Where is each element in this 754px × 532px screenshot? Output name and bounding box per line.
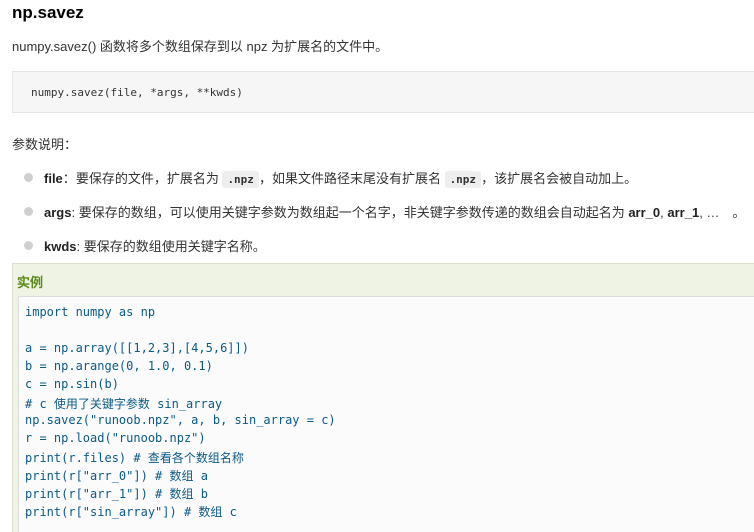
code-line: import numpy as np (25, 305, 156, 319)
inline-code: .npz (444, 171, 482, 188)
intro-text: numpy.savez() 函数将多个数组保存到以 npz 为扩展名的文件中。 (12, 39, 389, 54)
code-line: c = np.sin(b) (25, 377, 119, 391)
bullet-icon (24, 173, 33, 182)
param-desc: 要保存的数组，可以使用关键字参数为数组起一个名字，非关键字参数传递的数组会自动起… (78, 205, 629, 220)
code-line: print(r["arr_0"]) # 数组 a (25, 469, 208, 483)
code-line: np.savez("runoob.npz", a, b, sin_array =… (25, 413, 336, 427)
params-label: 参数说明： (12, 137, 78, 152)
param-item-file: file：要保存的文件，扩展名为 .npz ，如果文件路径末尾没有扩展名 .npz… (24, 168, 754, 202)
code-line: r = np.load("runoob.npz") (25, 431, 206, 445)
signature-code: numpy.savez(file, *args, **kwds) (31, 86, 243, 99)
code-line: print(r.files) # 查看各个数组名称 (25, 451, 244, 465)
bullet-icon (24, 241, 33, 250)
param-item-args: args: 要保存的数组，可以使用关键字参数为数组起一个名字，非关键字参数传递的… (24, 202, 754, 236)
example-title: 实例 (17, 275, 44, 290)
page-title: np.savez (12, 3, 84, 22)
example-panel: 实例 import numpy as np a = np.array([[1,2… (12, 263, 754, 532)
code-line: print(r["arr_1"]) # 数组 b (25, 487, 208, 501)
param-desc: 要保存的数组使用关键字名称。 (83, 239, 266, 254)
param-name: kwds (44, 239, 77, 254)
param-name: args (44, 205, 72, 220)
code-line: # c 使用了关键字参数 sin_array (25, 397, 223, 411)
signature-code-block: numpy.savez(file, *args, **kwds) (12, 71, 754, 113)
param-desc: 要保存的文件，扩展名为 (75, 171, 223, 186)
param-list: file：要保存的文件，扩展名为 .npz ，如果文件路径末尾没有扩展名 .npz… (24, 168, 754, 270)
code-line: a = np.array([[1,2,3],[4,5,6]]) (25, 341, 249, 355)
param-name: file (44, 171, 63, 186)
bullet-icon (24, 207, 33, 216)
code-line: b = np.arange(0, 1.0, 0.1) (25, 359, 213, 373)
code-line: print(r["sin_array"]) # 数组 c (25, 505, 237, 519)
example-code-block[interactable]: import numpy as np a = np.array([[1,2,3]… (18, 296, 754, 532)
inline-code: .npz (222, 171, 259, 188)
